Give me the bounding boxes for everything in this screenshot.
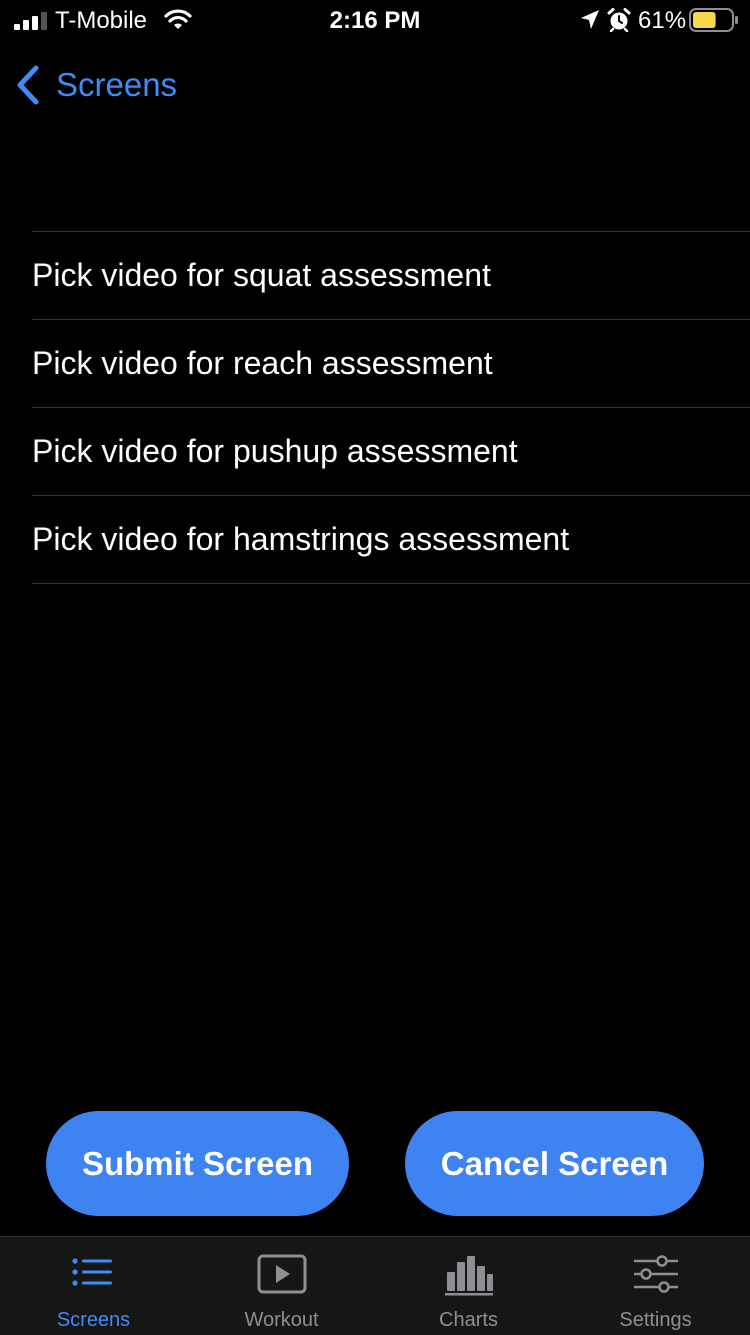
back-button[interactable]: Screens	[14, 60, 177, 110]
battery-icon	[689, 8, 738, 32]
list-item-reach[interactable]: Pick video for reach assessment	[32, 320, 750, 408]
tab-screens[interactable]: Screens	[0, 1237, 187, 1335]
alarm-icon	[607, 8, 631, 32]
list-item-squat[interactable]: Pick video for squat assessment	[32, 232, 750, 320]
assessment-list: Pick video for squat assessment Pick vid…	[32, 231, 750, 584]
cancel-screen-button[interactable]: Cancel Screen	[405, 1111, 704, 1216]
sliders-icon	[633, 1255, 678, 1293]
tab-charts[interactable]: Charts	[375, 1237, 562, 1335]
tab-settings-label: Settings	[619, 1309, 692, 1331]
back-button-label: Screens	[56, 66, 178, 103]
tab-settings[interactable]: Settings	[562, 1237, 749, 1335]
location-icon	[581, 10, 599, 29]
battery-percent: 61%	[638, 7, 687, 34]
bar-chart-icon	[444, 1256, 493, 1296]
submit-screen-button[interactable]: Submit Screen	[46, 1111, 349, 1216]
play-icon	[257, 1254, 306, 1294]
tab-charts-label: Charts	[439, 1309, 498, 1331]
tab-bar: Screens Workout Charts Settings	[0, 1236, 750, 1335]
status-bar: T-Mobile 2:16 PM 61%	[0, 0, 750, 40]
tab-workout[interactable]: Workout	[188, 1237, 375, 1335]
tab-screens-label: Screens	[56, 1309, 131, 1331]
list-icon	[71, 1258, 112, 1286]
list-item-pushup[interactable]: Pick video for pushup assessment	[32, 408, 750, 496]
chevron-left-icon	[17, 65, 39, 105]
tab-workout-label: Workout	[244, 1309, 319, 1331]
list-item-hamstrings[interactable]: Pick video for hamstrings assessment	[32, 496, 750, 584]
